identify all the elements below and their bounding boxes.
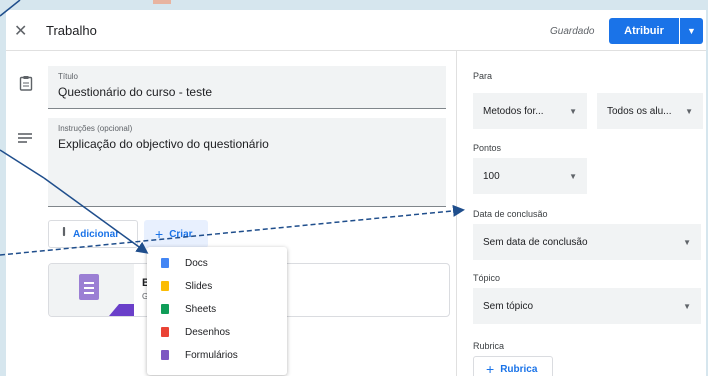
assign-options-button[interactable]: ▼ <box>680 18 703 44</box>
students-select[interactable]: Todos os alu... ▼ <box>597 93 703 129</box>
docs-icon <box>161 258 169 268</box>
menu-item-sheets[interactable]: Sheets <box>147 298 287 320</box>
class-select[interactable]: Metodos for... ▼ <box>473 93 587 129</box>
points-select[interactable]: 100 ▼ <box>473 158 587 194</box>
attachment-thumbnail <box>49 264 134 316</box>
create-menu: Docs Slides Sheets Desenhos Formulários <box>147 247 287 375</box>
title-field[interactable]: Título Questionário do curso - teste <box>48 66 446 109</box>
top-edge-mark <box>153 0 171 4</box>
clipboard-icon <box>19 75 33 96</box>
topic-value: Sem tópico <box>483 300 534 312</box>
menu-item-docs[interactable]: Docs <box>147 252 287 274</box>
menu-item-label: Desenhos <box>185 326 231 338</box>
menu-item-label: Docs <box>185 257 208 269</box>
sheets-icon <box>161 304 169 314</box>
add-button-label: Adicionar <box>73 228 120 240</box>
assign-button[interactable]: Atribuir <box>609 18 679 44</box>
menu-item-slides[interactable]: Slides <box>147 275 287 297</box>
saved-status: Guardado <box>550 26 595 37</box>
add-button[interactable]: Adicionar <box>48 220 138 248</box>
dialog-title: Trabalho <box>46 23 97 38</box>
students-select-value: Todos os alu... <box>607 105 672 117</box>
rubric-button-label: Rubrica <box>500 363 538 375</box>
chevron-down-icon: ▼ <box>687 26 696 36</box>
close-icon[interactable]: ✕ <box>14 21 27 41</box>
forms-icon <box>161 350 169 360</box>
menu-item-label: Slides <box>185 280 213 292</box>
create-button[interactable]: + Criar <box>144 220 208 248</box>
plus-icon: + <box>486 361 495 376</box>
due-date-label: Data de conclusão <box>473 209 548 219</box>
description-icon <box>18 130 32 146</box>
rubric-label: Rubrica <box>473 341 505 351</box>
instructions-field[interactable]: Instruções (opcional) Explicação do obje… <box>48 118 446 207</box>
settings-sidebar: Para Metodos for... ▼ Todos os alu... ▼ … <box>456 51 706 376</box>
points-select-value: 100 <box>483 170 500 182</box>
menu-item-label: Sheets <box>185 303 217 315</box>
plus-icon: + <box>155 226 164 242</box>
title-field-label: Título <box>58 72 79 81</box>
due-date-value: Sem data de conclusão <box>483 236 588 248</box>
due-date-select[interactable]: Sem data de conclusão ▼ <box>473 224 701 260</box>
slides-icon <box>161 281 169 291</box>
title-field-value: Questionário do curso - teste <box>58 85 213 99</box>
class-select-value: Metodos for... <box>483 105 544 117</box>
create-button-label: Criar <box>169 228 193 240</box>
dialog-header: ✕ Trabalho Guardado Atribuir ▼ <box>6 10 706 51</box>
assignment-dialog: ✕ Trabalho Guardado Atribuir ▼ Título Qu… <box>6 10 706 376</box>
rubric-button[interactable]: + Rubrica <box>473 356 553 376</box>
chevron-down-icon: ▼ <box>683 301 691 311</box>
paperclip-icon <box>61 226 67 241</box>
instructions-field-label: Instruções (opcional) <box>58 124 133 133</box>
drawings-icon <box>161 327 169 337</box>
menu-item-forms[interactable]: Formulários <box>147 344 287 366</box>
for-label: Para <box>473 71 493 81</box>
instructions-field-value: Explicação do objectivo do questionário <box>58 137 269 151</box>
topic-label: Tópico <box>473 273 501 283</box>
chevron-down-icon: ▼ <box>569 106 577 116</box>
topic-select[interactable]: Sem tópico ▼ <box>473 288 701 324</box>
chevron-down-icon: ▼ <box>569 171 577 181</box>
chevron-down-icon: ▼ <box>685 106 693 116</box>
menu-item-drawings[interactable]: Desenhos <box>147 321 287 343</box>
chevron-down-icon: ▼ <box>683 237 691 247</box>
menu-item-label: Formulários <box>185 349 238 361</box>
points-label: Pontos <box>473 143 502 153</box>
